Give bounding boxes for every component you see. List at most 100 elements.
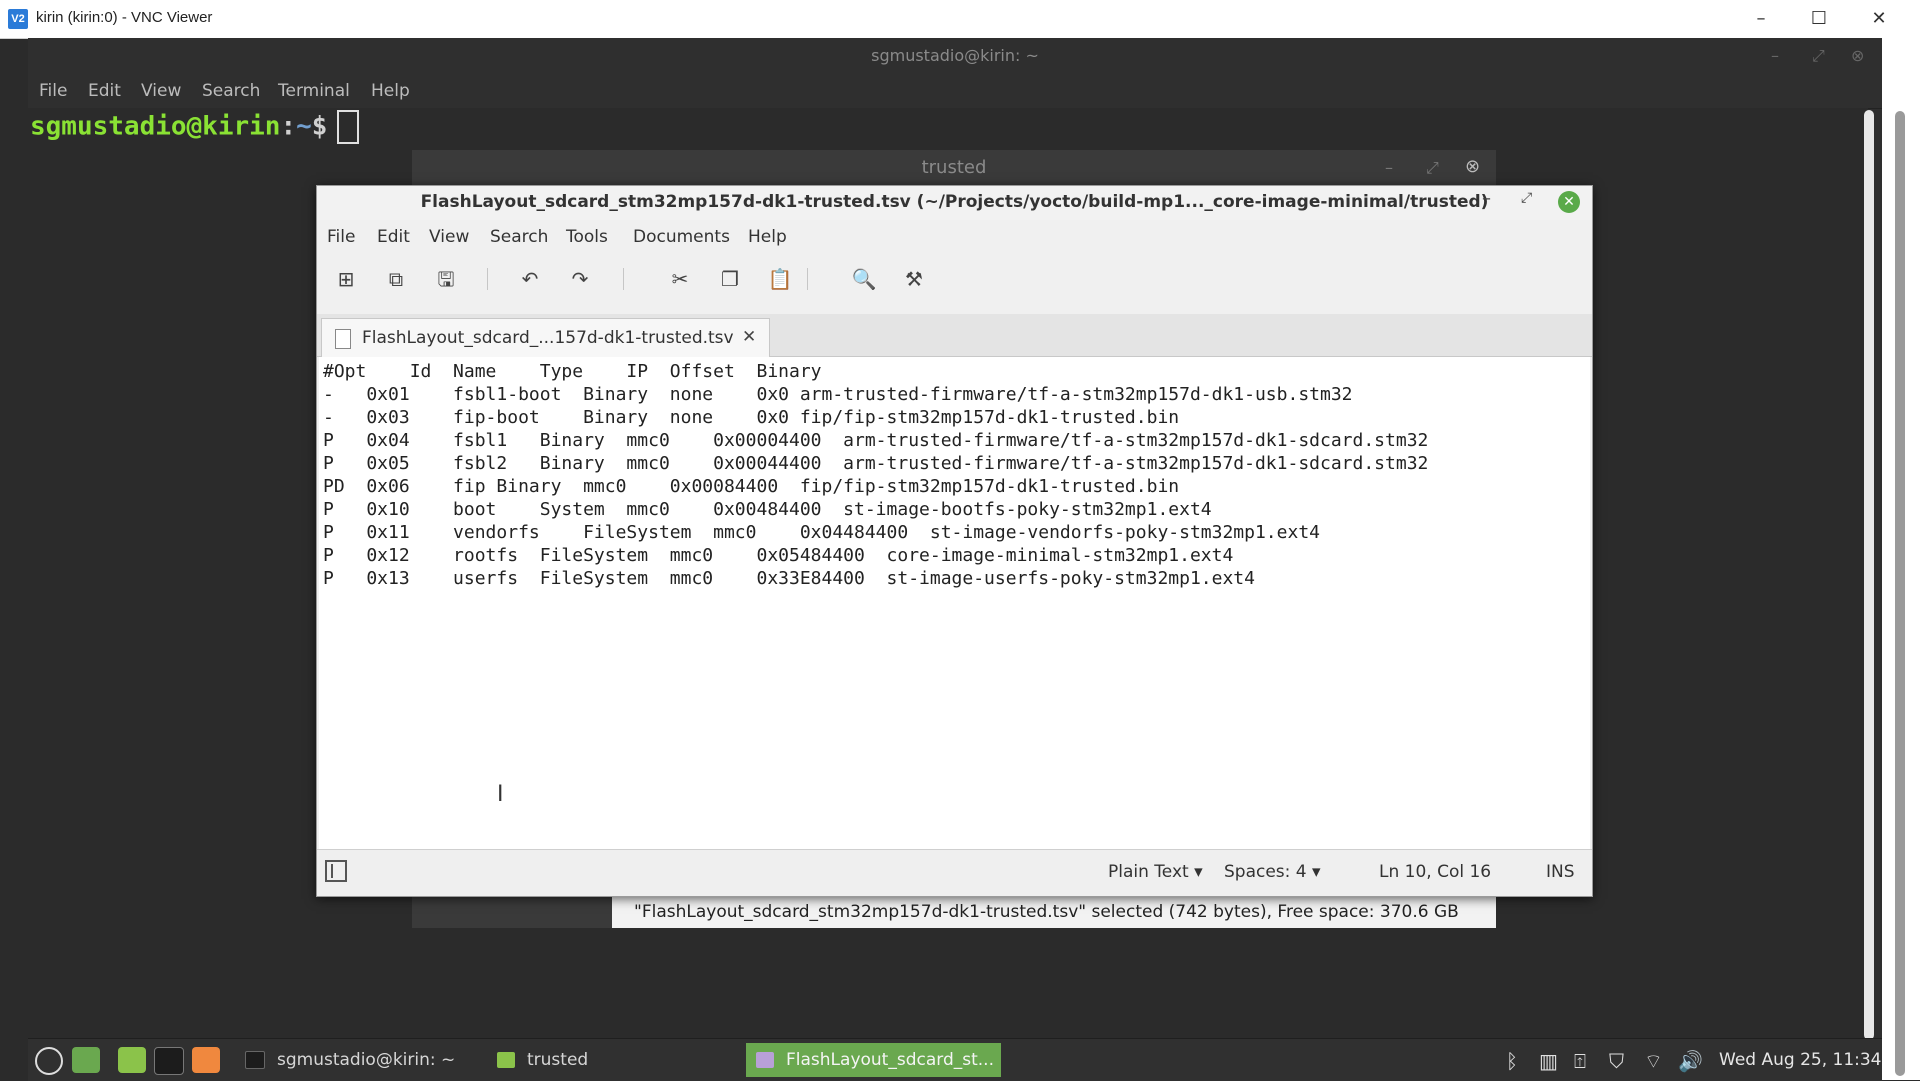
editor-titlebar[interactable]: FlashLayout_sdcard_stm32mp157d-dk1-trust… bbox=[317, 186, 1592, 220]
task-label: sgmustadio@kirin: ~ bbox=[277, 1050, 456, 1070]
copy-icon[interactable]: ❐ bbox=[715, 264, 745, 294]
vnc-vertical-scrollbar[interactable] bbox=[1882, 38, 1920, 1080]
search-icon[interactable]: 🔍 bbox=[849, 264, 879, 294]
language-selector[interactable]: Plain Text ▾ bbox=[1108, 862, 1203, 882]
text-line: - 0x01 fsbl1-boot Binary none 0x0 arm-tr… bbox=[323, 384, 1353, 405]
cut-icon[interactable]: ✂ bbox=[665, 264, 695, 294]
text-line: #Opt Id Name Type IP Offset Binary bbox=[323, 361, 822, 382]
task-text-editor[interactable]: FlashLayout_sdcard_st... bbox=[746, 1043, 1001, 1077]
editor-menu-edit[interactable]: Edit bbox=[377, 227, 410, 247]
clipboard-icon[interactable]: ▥ bbox=[1539, 1049, 1558, 1073]
editor-minimize-icon[interactable]: – bbox=[1482, 188, 1491, 209]
vnc-scroll-thumb[interactable] bbox=[1895, 111, 1905, 1076]
terminal-menu-terminal[interactable]: Terminal bbox=[278, 81, 350, 101]
terminal-menu-file[interactable]: File bbox=[39, 81, 67, 101]
terminal-menu-view[interactable]: View bbox=[141, 81, 181, 101]
text-cursor-ibeam-icon: I bbox=[497, 782, 504, 807]
editor-maximize-icon[interactable]: ⤢ bbox=[1521, 190, 1532, 206]
editor-close-icon[interactable]: ✕ bbox=[1558, 191, 1580, 213]
bluetooth-icon[interactable]: ᛒ bbox=[1506, 1049, 1518, 1073]
vnc-app-icon: V2 bbox=[8, 9, 28, 29]
task-label: trusted bbox=[527, 1050, 589, 1070]
text-line: P 0x13 userfs FileSystem mmc0 0x33E84400… bbox=[323, 568, 1255, 589]
update-manager-icon[interactable]: ⍐ bbox=[1574, 1049, 1586, 1073]
terminal-scrollbar[interactable] bbox=[1864, 110, 1874, 1040]
task-label: FlashLayout_sdcard_st... bbox=[786, 1050, 994, 1070]
file-manager-statusbar: "FlashLayout_sdcard_stm32mp157d-dk1-trus… bbox=[612, 896, 1496, 928]
editor-statusbar: Plain Text ▾ Spaces: 4 ▾ Ln 10, Col 16 I… bbox=[317, 849, 1592, 896]
indent-selector[interactable]: Spaces: 4 ▾ bbox=[1224, 862, 1321, 882]
editor-menu-documents[interactable]: Documents bbox=[633, 227, 730, 247]
vnc-maximize-button[interactable]: ☐ bbox=[1790, 0, 1848, 38]
shield-icon[interactable]: ⛉ bbox=[1609, 1049, 1624, 1073]
terminal-maximize-icon[interactable]: ⤢ bbox=[1812, 46, 1825, 66]
taskbar: sgmustadio@kirin: ~ trusted FlashLayout_… bbox=[28, 1038, 1882, 1081]
editor-menu-file[interactable]: File bbox=[327, 227, 355, 247]
volume-icon[interactable]: 🔊 bbox=[1678, 1049, 1703, 1073]
show-desktop-icon[interactable] bbox=[72, 1047, 100, 1073]
editor-menu-view[interactable]: View bbox=[429, 227, 469, 247]
editor-tabbar: FlashLayout_sdcard_...157d-dk1-trusted.t… bbox=[317, 314, 1592, 357]
file-manager-close-icon[interactable]: ⊗ bbox=[1465, 156, 1480, 177]
paste-icon[interactable]: 📋 bbox=[765, 264, 795, 294]
file-manager-title: trusted bbox=[412, 150, 1496, 186]
editor-menu-help[interactable]: Help bbox=[748, 227, 787, 247]
text-file-icon bbox=[335, 329, 351, 349]
terminal-title: sgmustadio@kirin: ~ bbox=[28, 38, 1882, 74]
file-manager-sidebar-bottom bbox=[412, 896, 612, 928]
redo-icon[interactable]: ↷ bbox=[565, 264, 595, 294]
vnc-minimize-button[interactable]: – bbox=[1732, 0, 1790, 38]
folder-task-icon bbox=[497, 1052, 515, 1068]
text-line: P 0x11 vendorfs FileSystem mmc0 0x044844… bbox=[323, 522, 1320, 543]
text-line: P 0x05 fsbl2 Binary mmc0 0x00044400 arm-… bbox=[323, 453, 1429, 474]
tab-close-icon[interactable]: ✕ bbox=[742, 327, 756, 347]
wifi-icon[interactable]: ⌔ bbox=[1644, 1049, 1663, 1074]
toolbar-separator bbox=[807, 268, 808, 290]
terminal-menubar: File Edit View Search Terminal Help bbox=[28, 74, 1882, 109]
toolbar-separator bbox=[487, 268, 488, 290]
editor-toolbar: ⊞ ⧉ 🖫 ↶ ↷ ✂ ❐ 📋 🔍 ⚒ bbox=[317, 254, 1592, 304]
clock[interactable]: Wed Aug 25, 11:34 bbox=[1719, 1050, 1882, 1070]
open-file-icon[interactable]: ⧉ bbox=[381, 264, 411, 294]
prompt-user: sgmustadio@kirin bbox=[30, 111, 281, 142]
document-tab[interactable]: FlashLayout_sdcard_...157d-dk1-trusted.t… bbox=[321, 318, 770, 357]
text-line: P 0x10 boot System mmc0 0x00484400 st-im… bbox=[323, 499, 1212, 520]
editor-menu-tools[interactable]: Tools bbox=[566, 227, 608, 247]
editor-text-area[interactable]: #Opt Id Name Type IP Offset Binary - 0x0… bbox=[319, 357, 1590, 849]
terminal-menu-search[interactable]: Search bbox=[202, 81, 260, 101]
terminal-minimize-icon[interactable]: – bbox=[1771, 46, 1779, 65]
prompt-separator: : bbox=[280, 111, 297, 142]
vnc-titlebar: V2 kirin (kirin:0) - VNC Viewer – ☐ ✕ bbox=[0, 0, 1920, 39]
toolbar-separator bbox=[623, 268, 624, 290]
text-line: P 0x04 fsbl1 Binary mmc0 0x00004400 arm-… bbox=[323, 430, 1429, 451]
task-file-manager[interactable]: trusted bbox=[497, 1043, 627, 1077]
file-manager-maximize-icon[interactable]: ⤢ bbox=[1426, 158, 1439, 178]
editor-task-icon bbox=[756, 1052, 774, 1068]
menu-icon[interactable] bbox=[35, 1047, 63, 1075]
text-line: PD 0x06 fip Binary mmc0 0x00084400 fip/f… bbox=[323, 476, 1180, 497]
files-launcher-icon[interactable] bbox=[118, 1047, 146, 1073]
terminal-prompt: sgmustadio@kirin:~$ bbox=[30, 110, 360, 144]
insert-mode: INS bbox=[1546, 862, 1575, 882]
task-terminal[interactable]: sgmustadio@kirin: ~ bbox=[245, 1043, 475, 1077]
new-document-icon[interactable]: ⊞ bbox=[331, 264, 361, 294]
terminal-cursor bbox=[337, 110, 360, 144]
vnc-close-button[interactable]: ✕ bbox=[1850, 0, 1908, 38]
terminal-menu-edit[interactable]: Edit bbox=[88, 81, 121, 101]
editor-menu-search[interactable]: Search bbox=[490, 227, 548, 247]
save-icon[interactable]: 🖫 bbox=[431, 264, 461, 294]
text-editor-window: FlashLayout_sdcard_stm32mp157d-dk1-trust… bbox=[316, 185, 1593, 897]
file-manager-minimize-icon[interactable]: – bbox=[1385, 158, 1393, 177]
side-panel-toggle-icon[interactable] bbox=[325, 860, 347, 882]
editor-title: FlashLayout_sdcard_stm32mp157d-dk1-trust… bbox=[420, 192, 1489, 212]
find-replace-icon[interactable]: ⚒ bbox=[899, 264, 929, 294]
prompt-path: ~ bbox=[296, 111, 312, 142]
undo-icon[interactable]: ↶ bbox=[515, 264, 545, 294]
terminal-menu-help[interactable]: Help bbox=[371, 81, 410, 101]
terminal-close-icon[interactable]: ⊗ bbox=[1851, 46, 1864, 65]
vnc-window-title: kirin (kirin:0) - VNC Viewer bbox=[36, 9, 213, 26]
firefox-launcher-icon[interactable] bbox=[192, 1047, 220, 1073]
terminal-launcher-icon[interactable] bbox=[154, 1047, 184, 1075]
text-line: - 0x03 fip-boot Binary none 0x0 fip/fip-… bbox=[323, 407, 1180, 428]
cursor-position: Ln 10, Col 16 bbox=[1379, 862, 1492, 882]
